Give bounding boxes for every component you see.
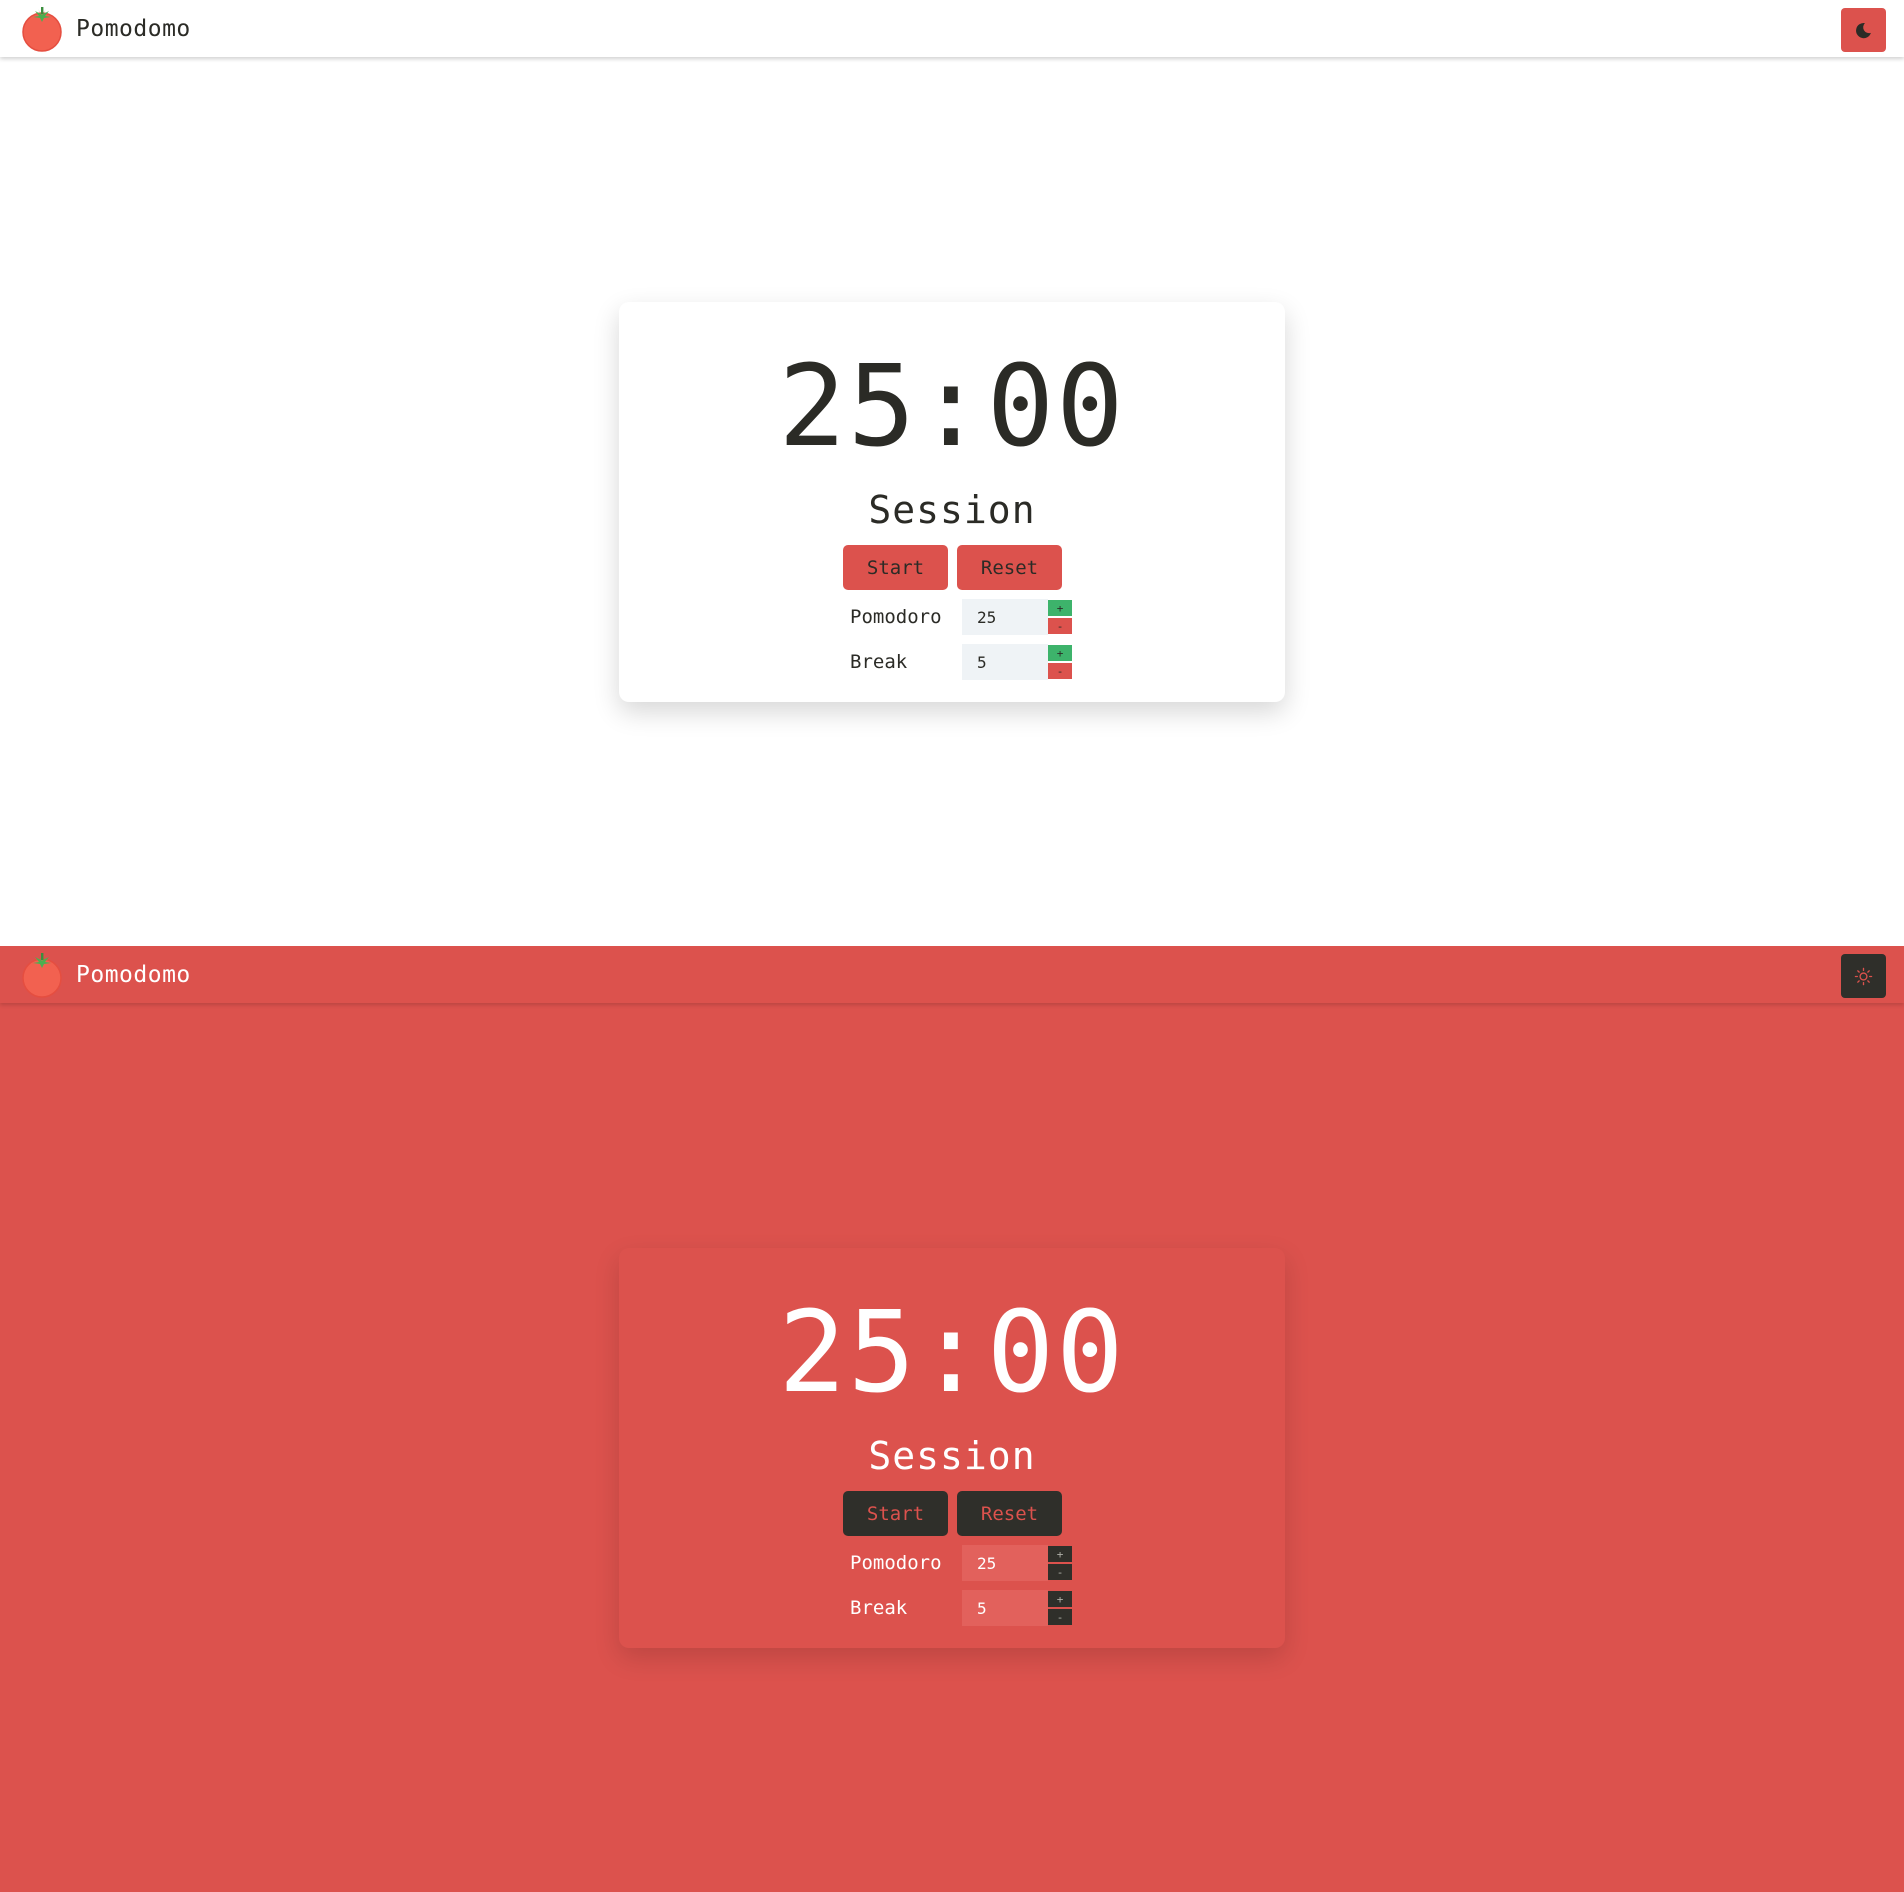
app-name: Pomodomo bbox=[76, 15, 191, 42]
control-buttons: Start Reset bbox=[843, 1491, 1062, 1536]
mode-label: Session bbox=[868, 488, 1036, 532]
break-decrement-button[interactable]: - bbox=[1048, 663, 1072, 679]
reset-button[interactable]: Reset bbox=[957, 1491, 1062, 1536]
theme-toggle-button[interactable] bbox=[1841, 954, 1886, 998]
sun-icon bbox=[1854, 967, 1873, 985]
navbar: Pomodomo bbox=[0, 946, 1904, 1003]
start-button[interactable]: Start bbox=[843, 1491, 948, 1536]
break-stepper: + - bbox=[1048, 645, 1072, 679]
pomodoro-label: Pomodoro bbox=[850, 1552, 942, 1574]
break-length-field[interactable]: 5 bbox=[962, 644, 1048, 680]
timer-card: 25:00 Session Start Reset Pomodoro 25 + … bbox=[619, 1248, 1285, 1648]
break-length-field[interactable]: 5 bbox=[962, 1590, 1048, 1626]
pomodoro-increment-button[interactable]: + bbox=[1048, 600, 1072, 616]
timer-display: 25:00 bbox=[778, 342, 1126, 472]
break-setting: Break 5 + - bbox=[850, 644, 1072, 680]
break-label: Break bbox=[850, 1597, 908, 1619]
pomodoro-length-field[interactable]: 25 bbox=[962, 1545, 1048, 1581]
pomodoro-stepper: + - bbox=[1048, 600, 1072, 634]
theme-toggle-button[interactable] bbox=[1841, 8, 1886, 52]
mode-label: Session bbox=[868, 1434, 1036, 1478]
tomato-icon bbox=[22, 6, 62, 52]
start-button[interactable]: Start bbox=[843, 545, 948, 590]
break-setting: Break 5 + - bbox=[850, 1590, 1072, 1626]
control-buttons: Start Reset bbox=[843, 545, 1062, 590]
app-name: Pomodomo bbox=[76, 961, 191, 988]
timer-card: 25:00 Session Start Reset Pomodoro 25 + … bbox=[619, 302, 1285, 702]
moon-icon bbox=[1856, 22, 1871, 38]
pomodoro-decrement-button[interactable]: - bbox=[1048, 618, 1072, 634]
reset-button[interactable]: Reset bbox=[957, 545, 1062, 590]
break-increment-button[interactable]: + bbox=[1048, 645, 1072, 661]
navbar: Pomodomo bbox=[0, 0, 1904, 57]
pomodoro-stepper: + - bbox=[1048, 1546, 1072, 1580]
pomodoro-length-field[interactable]: 25 bbox=[962, 599, 1048, 635]
break-label: Break bbox=[850, 651, 908, 673]
break-stepper: + - bbox=[1048, 1591, 1072, 1625]
pomodoro-increment-button[interactable]: + bbox=[1048, 1546, 1072, 1562]
pomodoro-setting: Pomodoro 25 + - bbox=[850, 599, 1072, 635]
dark-theme-view: Pomodomo 25:00 Session Start Reset Pomod… bbox=[0, 946, 1904, 1892]
break-increment-button[interactable]: + bbox=[1048, 1591, 1072, 1607]
tomato-icon bbox=[22, 952, 62, 998]
pomodoro-decrement-button[interactable]: - bbox=[1048, 1564, 1072, 1580]
timer-display: 25:00 bbox=[778, 1288, 1126, 1418]
light-theme-view: Pomodomo 25:00 Session Start Reset Pomod… bbox=[0, 0, 1904, 946]
break-decrement-button[interactable]: - bbox=[1048, 1609, 1072, 1625]
pomodoro-setting: Pomodoro 25 + - bbox=[850, 1545, 1072, 1581]
pomodoro-label: Pomodoro bbox=[850, 606, 942, 628]
